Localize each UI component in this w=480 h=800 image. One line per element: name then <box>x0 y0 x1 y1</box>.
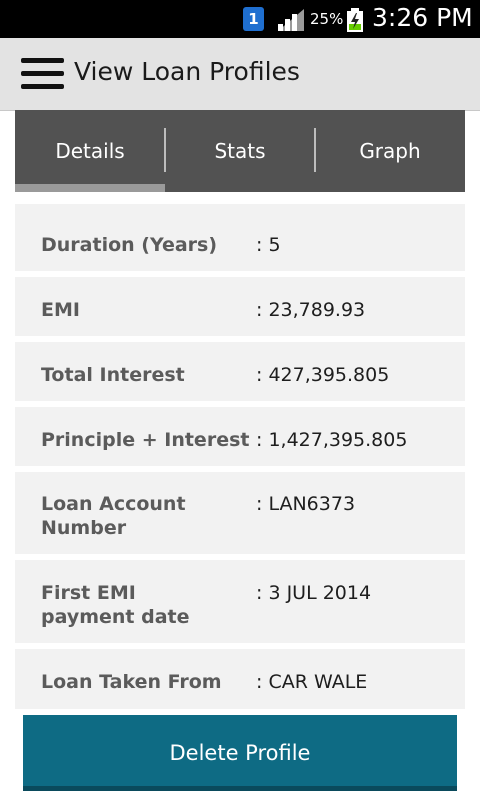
detail-label: Total Interest <box>41 364 185 386</box>
action-bar: View Loan Profiles <box>0 38 480 111</box>
page-title: View Loan Profiles <box>74 57 300 86</box>
loan-profile-content: Details Stats Graph Duration (Years) : 5… <box>15 110 465 800</box>
detail-row-first-emi-date: First EMI payment date : 3 JUL 2014 <box>15 560 465 643</box>
tab-graph[interactable]: Graph <box>315 110 465 192</box>
notification-icon: 1 <box>243 7 264 31</box>
detail-row-duration: Duration (Years) : 5 <box>15 212 465 271</box>
detail-value: : CAR WALE <box>256 671 368 693</box>
battery-percent: 25% <box>310 10 344 28</box>
detail-label: Duration (Years) <box>41 234 218 256</box>
detail-value: : 5 <box>256 234 281 256</box>
detail-value: : 1,427,395.805 <box>256 429 408 451</box>
status-bar: 1 25% 3:26 PM <box>0 0 480 38</box>
list-spacer <box>15 204 465 212</box>
detail-label: Loan Taken From <box>41 671 222 693</box>
tab-stats[interactable]: Stats <box>165 110 315 192</box>
detail-value: : 3 JUL 2014 <box>256 582 372 604</box>
detail-row-emi: EMI : 23,789.93 <box>15 277 465 336</box>
detail-row-total-interest: Total Interest : 427,395.805 <box>15 342 465 401</box>
detail-label: Loan Account Number <box>41 493 186 539</box>
selected-tab-indicator <box>15 184 165 192</box>
detail-value: : 23,789.93 <box>256 299 366 321</box>
detail-label: EMI <box>41 299 80 321</box>
delete-profile-button[interactable]: Delete Profile <box>23 715 457 791</box>
tab-details[interactable]: Details <box>15 110 165 192</box>
hamburger-menu-icon[interactable] <box>21 58 64 90</box>
clock: 3:26 PM <box>372 3 473 32</box>
detail-row-loan-account-number: Loan Account Number : LAN6373 <box>15 472 465 554</box>
detail-row-principle-interest: Principle + Interest : 1,427,395.805 <box>15 407 465 466</box>
battery-charging-icon <box>347 8 363 32</box>
detail-row-loan-taken-from: Loan Taken From : CAR WALE <box>15 649 465 709</box>
detail-label: Principle + Interest <box>41 429 250 451</box>
detail-value: : 427,395.805 <box>256 364 390 386</box>
signal-icon <box>278 9 304 31</box>
tab-bar: Details Stats Graph <box>15 110 465 192</box>
detail-value: : LAN6373 <box>256 493 356 515</box>
detail-label: First EMI payment date <box>41 582 190 628</box>
